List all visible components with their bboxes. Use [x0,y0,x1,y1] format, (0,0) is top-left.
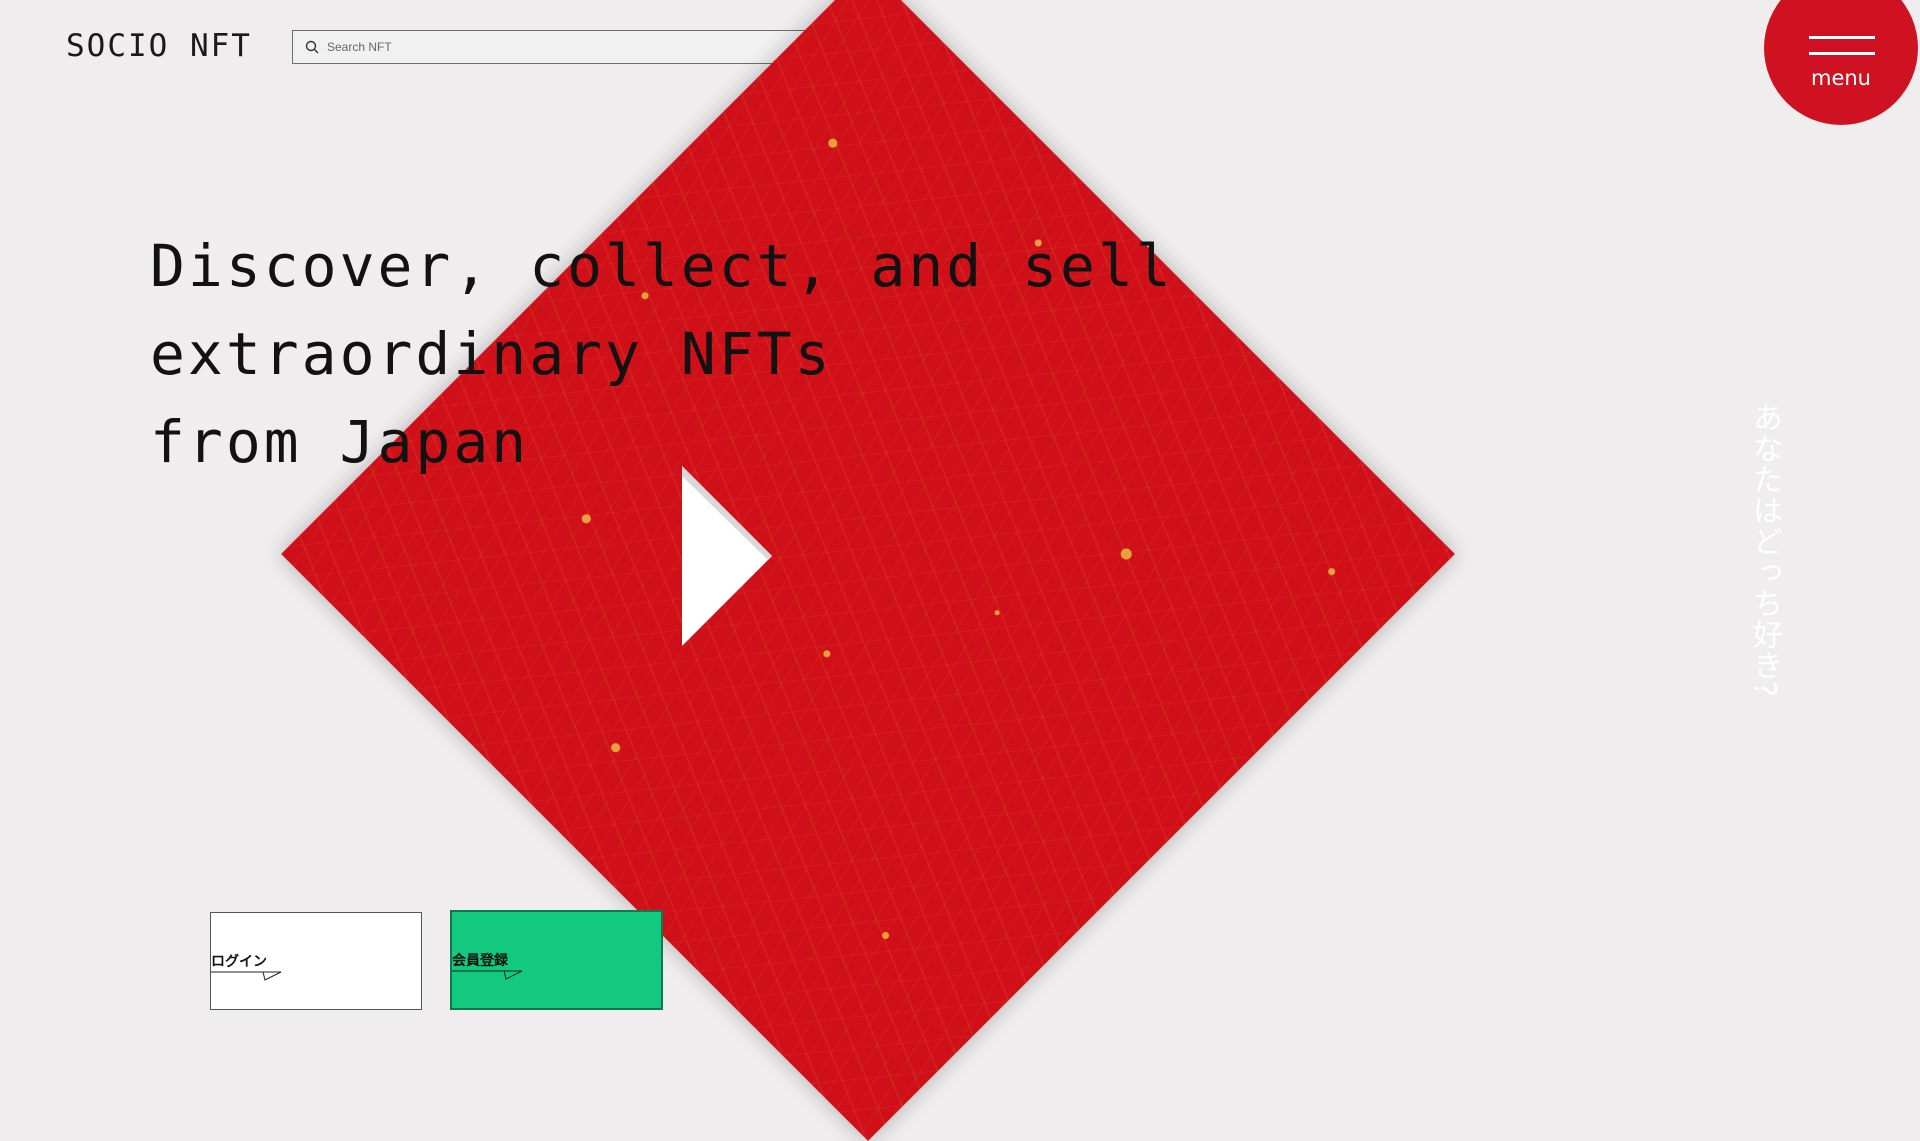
hamburger-icon-bar [1809,52,1875,55]
register-button-label: 会員登録 [452,953,508,969]
hero-headline: Discover, collect, and sell extraordinar… [150,222,1174,486]
hamburger-icon [1809,36,1875,39]
login-button-label: ログイン [211,954,267,970]
site-logo[interactable]: SOCIO NFT [66,28,252,64]
menu-button[interactable]: menu [1764,0,1918,125]
arrow-right-icon [452,970,523,980]
hero-headline-line-1: Discover, collect, and sell [150,232,1174,300]
search-icon [305,40,319,54]
paper-fold-corner [682,466,772,646]
login-button[interactable]: ログイン [210,912,422,1010]
register-button[interactable]: 会員登録 [450,910,663,1010]
hero-headline-line-2: extraordinary NFTs [150,320,833,388]
hero-vertical-text: あなたはどっち好き? [1747,402,1782,698]
hero-headline-line-3: from Japan [150,408,530,476]
arrow-right-icon [211,971,282,981]
menu-label: menu [1811,66,1871,90]
